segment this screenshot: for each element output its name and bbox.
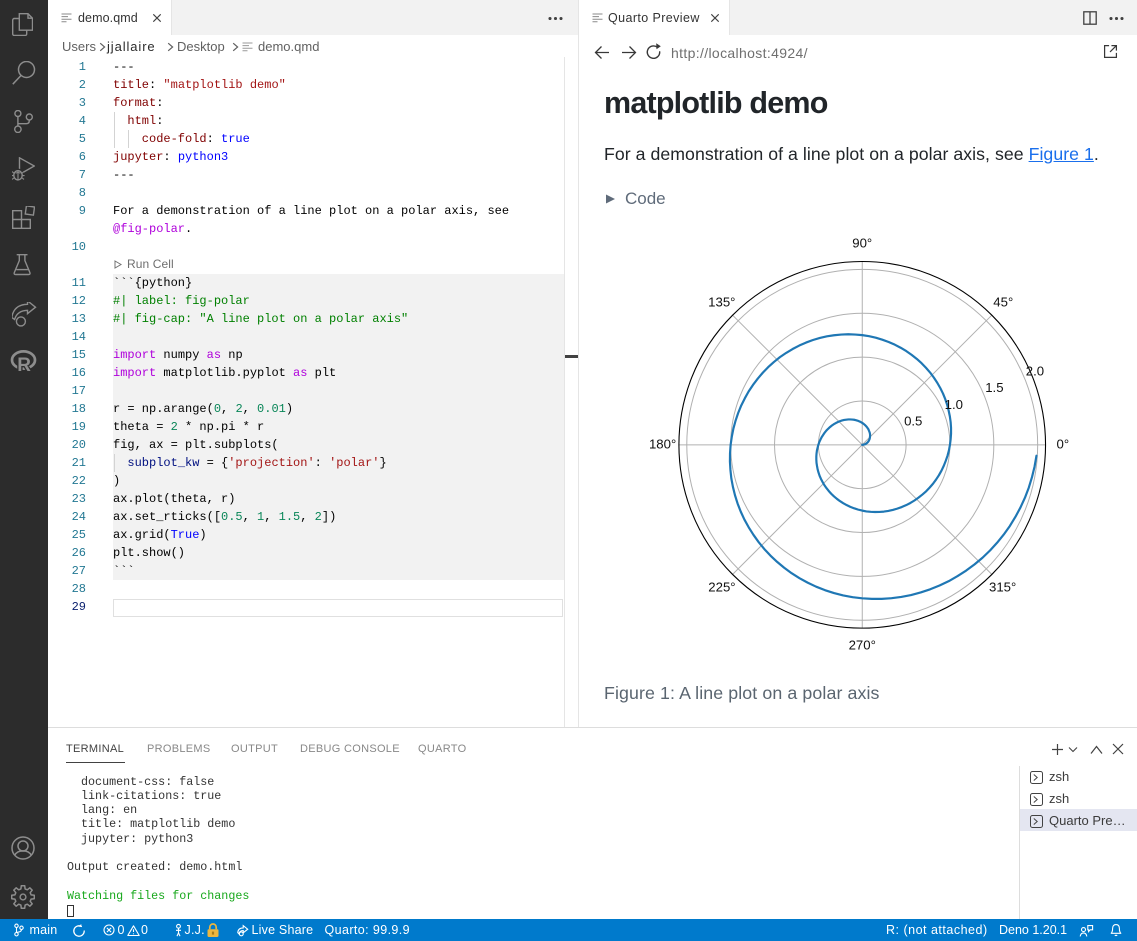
svg-text:1.0: 1.0 <box>945 397 963 412</box>
svg-text:315°: 315° <box>989 580 1016 595</box>
svg-text:0.5: 0.5 <box>904 414 922 429</box>
svg-text:0°: 0° <box>1057 437 1070 452</box>
svg-text:225°: 225° <box>708 580 735 595</box>
svg-text:180°: 180° <box>649 437 676 452</box>
svg-text:45°: 45° <box>993 294 1013 309</box>
svg-text:1.5: 1.5 <box>985 380 1003 395</box>
svg-text:2.0: 2.0 <box>1026 364 1044 379</box>
svg-text:270°: 270° <box>849 638 876 653</box>
svg-text:R: R <box>17 355 31 372</box>
svg-text:135°: 135° <box>708 294 735 309</box>
svg-text:90°: 90° <box>852 236 872 251</box>
